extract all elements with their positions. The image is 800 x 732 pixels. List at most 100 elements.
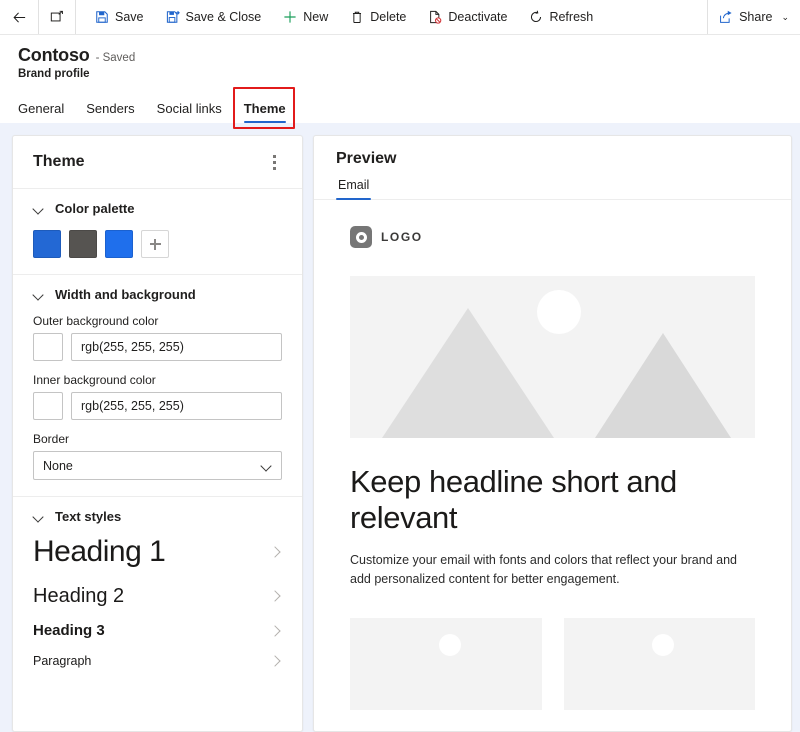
inner-background-color-chip[interactable]: [33, 392, 63, 420]
new-button[interactable]: New: [272, 0, 339, 34]
tab-senders[interactable]: Senders: [75, 102, 145, 123]
text-style-paragraph[interactable]: Paragraph: [33, 647, 282, 675]
theme-panel-header: Theme: [13, 136, 302, 189]
color-swatch-2[interactable]: [69, 230, 97, 258]
outer-background-color-chip[interactable]: [33, 333, 63, 361]
trash-icon: [350, 10, 364, 24]
text-style-paragraph-label: Paragraph: [33, 653, 92, 668]
back-button[interactable]: [0, 0, 38, 34]
delete-button[interactable]: Delete: [339, 0, 417, 34]
save-button[interactable]: Save: [84, 0, 155, 34]
deactivate-icon: [428, 10, 442, 24]
chevron-down-icon: ⌄: [781, 11, 789, 22]
save-icon: [95, 10, 109, 24]
color-palette-header[interactable]: Color palette: [33, 201, 282, 216]
inner-background-color-label: Inner background color: [33, 373, 156, 387]
save-status: - Saved: [95, 52, 136, 64]
share-button[interactable]: Share ⌄: [708, 0, 800, 34]
email-card-row: [350, 618, 755, 711]
border-select-wrap: None: [33, 451, 282, 480]
share-label: Share: [739, 10, 773, 24]
text-style-heading-3[interactable]: Heading 3: [33, 615, 282, 647]
main-content: Theme Color palette Width and background…: [0, 123, 800, 732]
card-image-placeholder: [563, 618, 755, 711]
color-swatch-list: [33, 230, 282, 258]
more-options-icon[interactable]: [262, 150, 286, 174]
outer-background-color-input[interactable]: [71, 333, 282, 361]
tab-general[interactable]: General: [18, 102, 75, 123]
mountain-shape: [382, 308, 555, 438]
text-styles-header[interactable]: Text styles: [33, 509, 282, 524]
text-style-heading-2[interactable]: Heading 2: [33, 577, 282, 615]
email-card: [563, 618, 755, 711]
inner-background-color-row: [33, 392, 282, 420]
popout-icon: [50, 10, 63, 22]
open-in-new-window-button[interactable]: [38, 0, 76, 34]
text-styles-label: Text styles: [55, 509, 122, 524]
plus-icon: [283, 10, 297, 24]
text-style-heading-1-label: Heading 1: [33, 535, 166, 568]
email-headline: Keep headline short and relevant: [350, 464, 677, 535]
chevron-down-icon: [33, 203, 45, 215]
new-label: New: [303, 10, 329, 24]
share-icon: [719, 10, 733, 24]
border-select-value: None: [43, 458, 73, 473]
refresh-icon: [529, 10, 543, 24]
command-bar: Save Save & Close New Delete Deactivate …: [0, 0, 800, 35]
delete-label: Delete: [370, 10, 407, 24]
tab-social-links-label: Social links: [156, 101, 222, 116]
chevron-right-icon: [270, 656, 280, 666]
email-card: [350, 618, 542, 711]
record-header: Contoso - Saved Brand profile General Se…: [0, 35, 800, 129]
tab-social-links[interactable]: Social links: [146, 102, 233, 123]
theme-panel: Theme Color palette Width and background…: [12, 135, 303, 732]
page-title: Contoso: [18, 45, 90, 65]
width-and-background-label: Width and background: [55, 287, 196, 302]
outer-background-color-label: Outer background color: [33, 314, 159, 328]
section-width-and-background: Width and background Outer background co…: [13, 275, 302, 497]
save-and-close-button[interactable]: Save & Close: [155, 0, 273, 34]
field-border: Border None: [33, 432, 282, 480]
refresh-button[interactable]: Refresh: [518, 0, 604, 34]
text-style-heading-1[interactable]: Heading 1: [33, 528, 282, 577]
chevron-down-icon: [262, 461, 272, 471]
preview-scroll[interactable]: LOGO Keep headline short and relevant Cu…: [314, 200, 791, 731]
chevron-right-icon: [270, 547, 280, 557]
border-label: Border: [33, 432, 70, 446]
save-label: Save: [115, 10, 144, 24]
card-image-placeholder: [350, 618, 542, 711]
border-select[interactable]: None: [33, 451, 282, 480]
email-body-text: Customize your email with fonts and colo…: [350, 552, 737, 586]
mountain-shape: [594, 333, 731, 438]
color-swatch-1[interactable]: [33, 230, 61, 258]
field-inner-background-color: Inner background color: [33, 373, 282, 420]
chevron-right-icon: [270, 591, 280, 601]
command-bar-spacer: [604, 0, 703, 34]
tab-senders-label: Senders: [86, 101, 135, 116]
text-style-heading-2-label: Heading 2: [33, 584, 125, 607]
color-palette-label: Color palette: [55, 201, 135, 216]
preview-panel-title: Preview: [336, 150, 397, 167]
width-and-background-header[interactable]: Width and background: [33, 287, 282, 302]
entity-name: Brand profile: [18, 68, 90, 80]
section-text-styles: Text styles Heading 1 Heading 2 Heading …: [13, 497, 302, 691]
tab-email[interactable]: Email: [336, 178, 372, 200]
theme-panel-scroll[interactable]: Color palette Width and background Outer…: [13, 189, 302, 731]
color-swatch-3[interactable]: [105, 230, 133, 258]
field-outer-background-color: Outer background color: [33, 314, 282, 361]
tab-theme-label: Theme: [243, 101, 286, 116]
tab-theme[interactable]: Theme: [233, 102, 297, 123]
deactivate-label: Deactivate: [448, 10, 508, 24]
preview-tabs: Email: [314, 178, 791, 200]
inner-background-color-input[interactable]: [71, 392, 282, 420]
logo-icon: [350, 226, 372, 248]
deactivate-button[interactable]: Deactivate: [417, 0, 518, 34]
chevron-down-icon: [33, 511, 45, 523]
save-and-close-label: Save & Close: [185, 10, 262, 24]
add-color-button[interactable]: [141, 230, 169, 258]
sun-shape: [536, 290, 581, 334]
email-logo: LOGO: [350, 226, 755, 248]
chevron-down-icon: [33, 289, 45, 301]
sun-shape: [438, 634, 461, 657]
sun-shape: [652, 634, 675, 657]
